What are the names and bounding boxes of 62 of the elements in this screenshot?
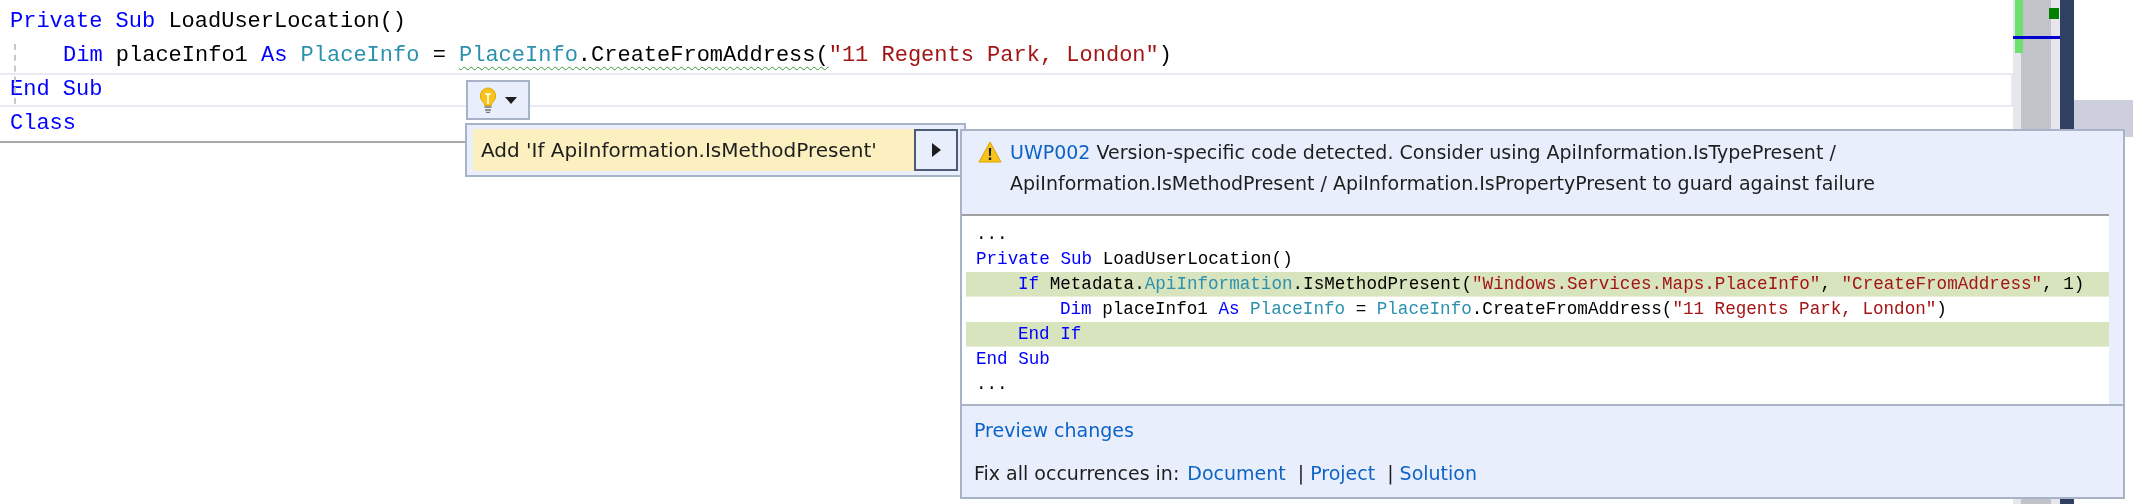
code-keyword: Sub [62, 77, 103, 102]
code-keyword: Sub [115, 9, 156, 34]
code-keyword: Dim [63, 43, 103, 68]
scope-link[interactable]: Document [1187, 461, 1286, 484]
code-text: .IsMethodPresent( [1292, 274, 1472, 294]
code-type-name: PlaceInfo [1376, 299, 1472, 319]
code-type-name: PlaceInfo [1250, 299, 1346, 319]
code-keyword: Private [10, 9, 103, 34]
submenu-button[interactable] [914, 129, 958, 171]
code-text: placeInfo1 [115, 43, 248, 68]
code-type-name: PlaceInfo [300, 43, 420, 68]
code-keyword: End [1018, 324, 1050, 344]
code-type-name: ApiInformation [1144, 274, 1293, 294]
code-string: "Windows.Services.Maps.PlaceInfo" [1472, 274, 1821, 294]
code-text: Metadata. [1049, 274, 1145, 294]
code-text: placeInfo1 [1102, 299, 1208, 319]
code-text: ) [1936, 299, 1947, 319]
code-string: "11 Regents Park, London" [828, 43, 1159, 68]
code-text: .CreateFromAddress( [1471, 299, 1673, 319]
right-arrow-icon [931, 143, 941, 157]
lightbulb-icon [479, 87, 497, 113]
change-marker [2015, 0, 2023, 53]
scope-link[interactable]: Solution [1399, 461, 1477, 484]
code-text: .CreateFromAddress( [577, 43, 829, 68]
code-keyword: If [1018, 274, 1040, 294]
code-text: = [432, 43, 446, 68]
code-text: , [1820, 274, 1831, 294]
caret-icon [505, 96, 517, 104]
code-keyword: End [10, 77, 50, 102]
code-string: "11 Regents Park, London" [1672, 299, 1937, 319]
code-text: = [1355, 299, 1367, 319]
code-text: ... [976, 224, 1008, 244]
code-text: LoadUserLocation() [168, 9, 407, 34]
code-text: , [2042, 274, 2053, 294]
code-keyword: Dim [1060, 299, 1092, 319]
code-keyword: End [976, 349, 1008, 369]
indent-guide [14, 44, 16, 104]
code-keyword: Sub [1018, 349, 1050, 369]
diagnostic-message: UWP002 Version-specific code detected. Consider using ApiInformation.IsTypePresent / ApiInformation.IsMethodPresent / ApiInformation.IsPropertyPresent to guard against failure [1010, 140, 1876, 196]
code-keyword: Sub [1060, 249, 1093, 269]
code-text: 1) [2063, 274, 2085, 294]
scope-link[interactable]: Project [1310, 461, 1376, 484]
fix-all-label: Fix all occurrences in: [974, 461, 1180, 484]
warning-icon [978, 141, 1002, 163]
code-keyword: If [1060, 324, 1082, 344]
preview-changes-link[interactable]: Preview changes [974, 419, 1134, 441]
code-string: "CreateFromAddress" [1841, 274, 2043, 294]
code-text: LoadUserLocation() [1102, 249, 1293, 269]
diagnostic-id-link[interactable]: UWP002 [1010, 141, 1091, 163]
separator: | [1387, 461, 1394, 484]
code-keyword: As [1218, 299, 1240, 319]
caret-position-marker [2013, 36, 2060, 39]
code-keyword: As [261, 43, 288, 68]
code-text: ) [1158, 43, 1172, 68]
code-keyword: Class [10, 111, 76, 136]
code-text: ... [976, 374, 1008, 394]
lightbulb-button[interactable] [466, 80, 530, 120]
warning-marker [2049, 8, 2059, 19]
code-keyword: Private [976, 249, 1050, 269]
separator: | [1297, 461, 1305, 484]
code-type-name: PlaceInfo [459, 43, 578, 68]
menu-item[interactable]: Add 'If ApiInformation.IsMethodPresent' [473, 129, 914, 171]
